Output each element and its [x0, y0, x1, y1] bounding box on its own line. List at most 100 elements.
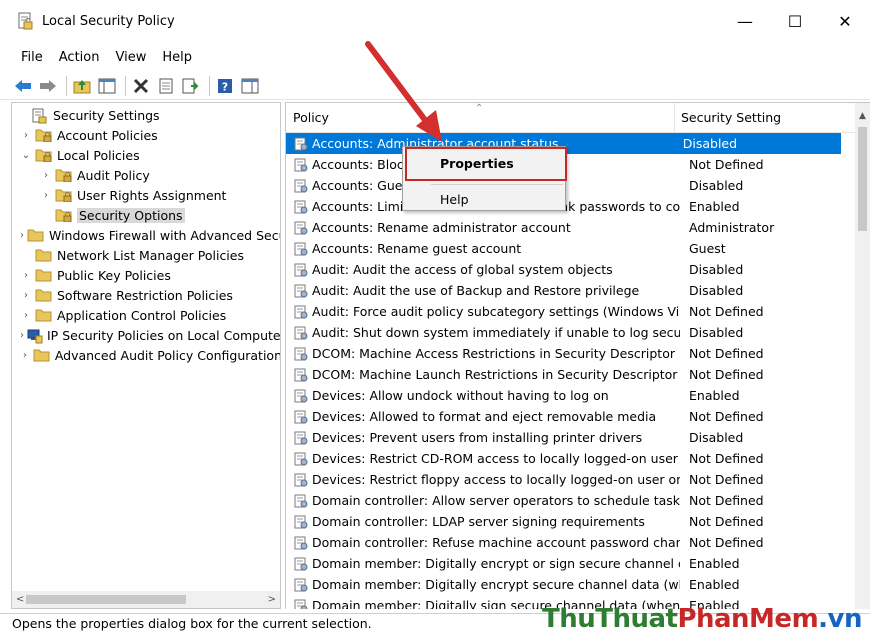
policy-setting-icon — [294, 557, 308, 571]
scroll-up-icon[interactable]: ▲ — [855, 111, 870, 121]
policy-row[interactable]: Domain controller: LDAP server signing r… — [286, 511, 856, 532]
policy-row[interactable]: Accounts: Block Microsoft accountsNot De… — [286, 154, 856, 175]
policy-row[interactable]: Devices: Allow undock without having to … — [286, 385, 856, 406]
policy-row[interactable]: Audit: Force audit policy subcategory se… — [286, 301, 856, 322]
arrow-left-icon — [15, 79, 31, 92]
policy-setting-icon — [294, 137, 308, 151]
policy-row[interactable]: Domain member: Digitally encrypt or sign… — [286, 553, 856, 574]
back-button[interactable] — [12, 75, 34, 97]
menu-view[interactable]: View — [107, 50, 154, 65]
menu-help[interactable]: Help — [154, 50, 200, 65]
collapsed-chevron-icon[interactable]: › — [20, 325, 24, 345]
collapsed-chevron-icon[interactable]: › — [40, 165, 52, 185]
tree-horizontal-scrollbar[interactable]: < > — [12, 591, 280, 608]
tree-item-windows-firewall-with-advanced-security[interactable]: › Windows Firewall with Advanced Security — [12, 225, 280, 245]
menu-file[interactable]: File — [13, 50, 51, 65]
tree-item-user-rights-assignment[interactable]: › User Rights Assignment — [12, 185, 280, 205]
column-header: ⌃ Policy Security Setting — [286, 103, 870, 133]
tree-item-network-list-manager-policies[interactable]: Network List Manager Policies — [12, 245, 280, 265]
policy-row[interactable]: Audit: Audit the access of global system… — [286, 259, 856, 280]
show-action-pane-button[interactable] — [239, 75, 261, 97]
tree-item-application-control-policies[interactable]: › Application Control Policies — [12, 305, 280, 325]
toolbar: ? — [0, 72, 870, 100]
policy-setting-icon — [294, 242, 308, 256]
policy-row[interactable]: Domain controller: Allow server operator… — [286, 490, 856, 511]
policy-row[interactable]: Devices: Prevent users from installing p… — [286, 427, 856, 448]
minimize-button[interactable]: — — [720, 0, 770, 42]
collapsed-chevron-icon[interactable]: › — [20, 285, 32, 305]
policy-row[interactable]: Devices: Allowed to format and eject rem… — [286, 406, 856, 427]
policy-row[interactable]: DCOM: Machine Launch Restrictions in Sec… — [286, 364, 856, 385]
scroll-left-icon[interactable]: < — [16, 594, 24, 605]
tree-item-account-policies[interactable]: › Account Policies — [12, 125, 280, 145]
collapsed-chevron-icon[interactable]: › — [40, 185, 52, 205]
tree-item-label: Software Restriction Policies — [57, 287, 233, 303]
policy-row[interactable]: Domain member: Digitally encrypt secure … — [286, 574, 856, 595]
menu-action[interactable]: Action — [51, 50, 108, 65]
policy-setting-icon — [294, 536, 308, 550]
tree-item-audit-policy[interactable]: › Audit Policy — [12, 165, 280, 185]
policy-setting-icon — [294, 410, 308, 424]
properties-icon — [159, 78, 173, 93]
scroll-right-icon[interactable]: > — [268, 594, 276, 605]
policy-security-setting: Disabled — [682, 136, 738, 151]
delete-x-icon — [133, 78, 149, 93]
policy-security-setting: Guest — [689, 241, 726, 256]
delete-button[interactable] — [130, 75, 152, 97]
policy-security-setting: Disabled — [689, 262, 744, 277]
scrollbar-thumb[interactable] — [26, 595, 186, 604]
scrollbar-thumb[interactable] — [858, 127, 867, 231]
tree-item-public-key-policies[interactable]: › Public Key Policies — [12, 265, 280, 285]
maximize-button[interactable]: ☐ — [770, 0, 820, 42]
tree-item-advanced-audit-policy-configuration[interactable]: › Advanced Audit Policy Configuration — [12, 345, 280, 365]
policy-row[interactable]: DCOM: Machine Access Restrictions in Sec… — [286, 343, 856, 364]
sort-ascending-icon: ⌃ — [475, 103, 484, 114]
collapsed-chevron-icon[interactable]: › — [20, 265, 32, 285]
watermark-part-1: ThuThuat — [541, 604, 678, 633]
expanded-chevron-icon[interactable]: ⌄ — [20, 145, 32, 165]
policy-row[interactable]: Accounts: Rename administrator account Ad… — [286, 217, 856, 238]
policy-row[interactable]: Audit: Audit the use of Backup and Resto… — [286, 280, 856, 301]
policy-security-setting: Not Defined — [689, 409, 764, 424]
policy-setting-icon — [294, 431, 308, 445]
policy-row[interactable]: Audit: Shut down system immediately if u… — [286, 322, 856, 343]
tree-item-security-options[interactable]: Security Options — [12, 205, 280, 225]
context-menu-properties[interactable]: Properties — [403, 151, 565, 175]
collapsed-chevron-icon[interactable]: › — [20, 305, 32, 325]
export-list-button[interactable] — [180, 75, 202, 97]
folder-lock-icon — [55, 168, 73, 183]
tree-item-security-settings[interactable]: Security Settings — [12, 105, 280, 125]
tree-item-software-restriction-policies[interactable]: › Software Restriction Policies — [12, 285, 280, 305]
list-vertical-scrollbar[interactable]: ▲ — [855, 103, 870, 609]
up-one-level-button[interactable] — [71, 75, 93, 97]
context-menu-help[interactable]: Help — [403, 187, 565, 211]
policy-row[interactable]: Domain controller: Refuse machine accoun… — [286, 532, 856, 553]
arrow-right-icon — [40, 79, 56, 92]
show-hide-console-tree-button[interactable] — [96, 75, 118, 97]
policy-row[interactable]: Accounts: Limit local account use of bla… — [286, 196, 856, 217]
column-header-policy[interactable]: ⌃ Policy — [286, 103, 675, 132]
collapsed-chevron-icon[interactable]: › — [20, 225, 24, 245]
policy-setting-icon — [294, 389, 308, 403]
forward-button[interactable] — [37, 75, 59, 97]
policy-row[interactable]: Devices: Restrict CD-ROM access to local… — [286, 448, 856, 469]
tree-item-label: User Rights Assignment — [77, 187, 227, 203]
policy-setting-icon — [294, 347, 308, 361]
close-button[interactable]: ✕ — [820, 0, 870, 42]
policy-name: Domain controller: Allow server operator… — [312, 493, 680, 508]
policy-security-setting: Enabled — [689, 388, 740, 403]
collapsed-chevron-icon[interactable]: › — [20, 345, 30, 365]
properties-button[interactable] — [155, 75, 177, 97]
tree-item-label: Security Options — [77, 207, 185, 223]
svg-text:?: ? — [222, 80, 228, 93]
tree-item-local-policies[interactable]: ⌄ Local Policies — [12, 145, 280, 165]
policy-setting-icon — [294, 452, 308, 466]
collapsed-chevron-icon[interactable]: › — [20, 125, 32, 145]
policy-row[interactable]: Devices: Restrict floppy access to local… — [286, 469, 856, 490]
help-button[interactable]: ? — [214, 75, 236, 97]
policy-row[interactable]: Accounts: Guest account statusDisabled — [286, 175, 856, 196]
tree-item-ip-security-policies-on-local-computer[interactable]: › IP Security Policies on Local Computer — [12, 325, 280, 345]
policy-row[interactable]: Accounts: Rename guest account Guest — [286, 238, 856, 259]
no-chevron — [40, 205, 52, 225]
column-header-security-setting[interactable]: Security Setting — [675, 103, 855, 132]
